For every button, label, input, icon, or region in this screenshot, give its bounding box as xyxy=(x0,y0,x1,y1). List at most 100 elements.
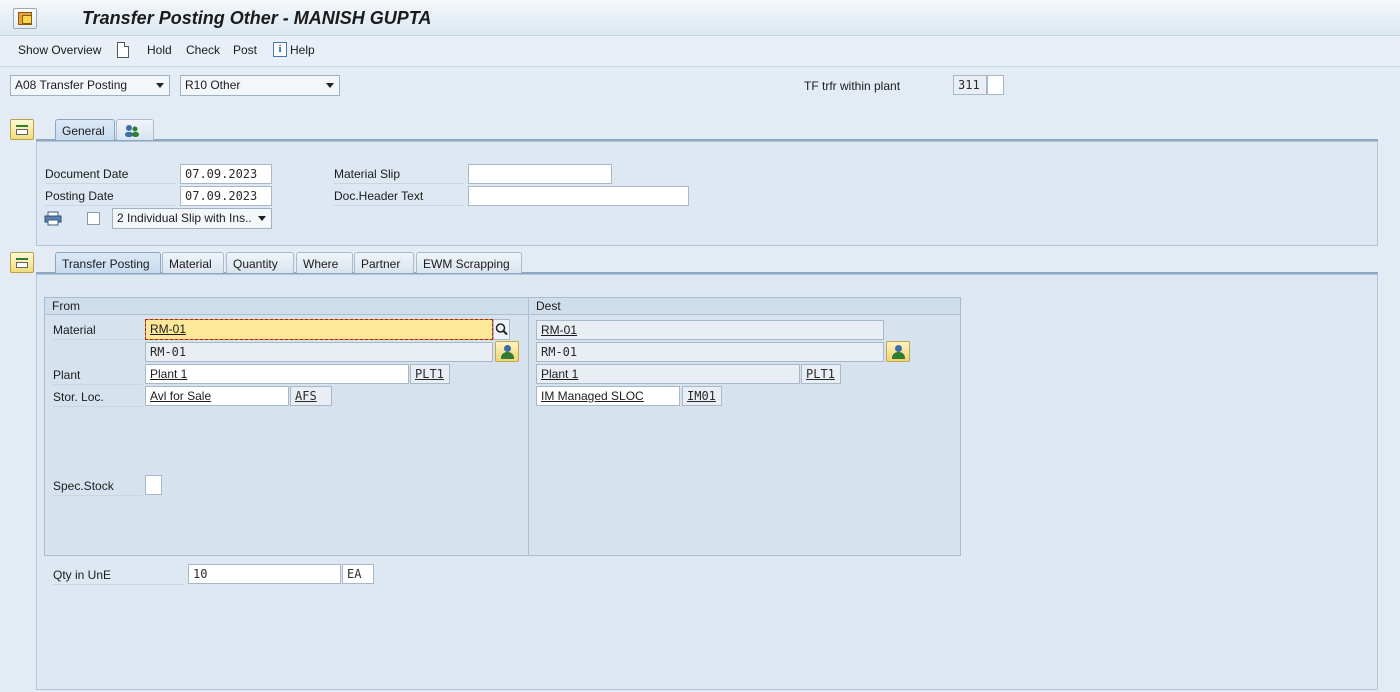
dest-sloc-field[interactable]: IM Managed SLOC xyxy=(536,386,680,406)
print-version-select[interactable]: 2 Individual Slip with Ins.. xyxy=(112,208,272,229)
movement-indicator-field[interactable] xyxy=(987,75,1004,95)
unit-field[interactable]: EA xyxy=(342,564,374,584)
post-button[interactable]: Post xyxy=(233,43,257,57)
reference-select-value: R10 Other xyxy=(185,78,241,92)
window-title: Transfer Posting Other - MANISH GUPTA xyxy=(82,8,432,28)
people-icon xyxy=(125,125,139,137)
transaction-select[interactable]: A08 Transfer Posting xyxy=(10,75,170,96)
hold-button[interactable]: Hold xyxy=(147,43,172,57)
dest-heading: Dest xyxy=(536,299,561,313)
doc-header-text-label: Doc.Header Text xyxy=(334,189,424,203)
person-icon-body xyxy=(501,352,514,359)
from-sloc-code-value: AFS xyxy=(295,389,317,403)
label-underline xyxy=(45,183,175,184)
from-plant-value: Plant 1 xyxy=(150,367,188,381)
from-sloc-field[interactable]: Avl for Sale xyxy=(145,386,289,406)
material-search-button[interactable] xyxy=(493,319,510,340)
document-date-value: 07.09.2023 xyxy=(185,167,258,181)
dest-plant-code: PLT1 xyxy=(801,364,841,384)
from-sloc-value: Avl for Sale xyxy=(150,389,212,403)
dest-plant-field: Plant 1 xyxy=(536,364,800,384)
from-material-value: RM-01 xyxy=(150,322,187,336)
dest-material-description: RM-01 xyxy=(536,342,884,362)
label-underline xyxy=(53,339,143,340)
from-plant-code-value: PLT1 xyxy=(415,367,444,381)
dest-plant-value: Plant 1 xyxy=(541,367,579,381)
doc-header-text-field[interactable] xyxy=(468,186,689,206)
info-icon[interactable]: i xyxy=(273,42,287,57)
material-slip-field[interactable] xyxy=(468,164,612,184)
movement-type-field[interactable]: 311 xyxy=(953,75,987,95)
dest-material-details-button[interactable] xyxy=(886,341,910,362)
tab-partner[interactable]: Partner xyxy=(354,252,414,273)
group-header xyxy=(45,298,960,315)
tab-transfer-posting[interactable]: Transfer Posting xyxy=(55,252,161,273)
quantity-value: 10 xyxy=(193,567,208,581)
chevron-down-icon xyxy=(258,216,266,221)
help-button[interactable]: Help xyxy=(290,43,315,57)
spec-stock-field[interactable] xyxy=(145,475,162,495)
chevron-down-icon xyxy=(326,83,334,88)
from-heading: From xyxy=(52,299,80,313)
dest-plant-code-value: PLT1 xyxy=(806,367,835,381)
spec-stock-label: Spec.Stock xyxy=(53,479,114,493)
posting-date-label: Posting Date xyxy=(45,189,114,203)
dest-material-field: RM-01 xyxy=(536,320,884,340)
material-slip-label: Material Slip xyxy=(334,167,401,181)
new-document-icon[interactable] xyxy=(117,42,129,58)
chevron-down-icon xyxy=(156,83,164,88)
from-material-desc-value: RM-01 xyxy=(150,345,187,359)
label-underline xyxy=(334,183,464,184)
label-underline xyxy=(45,205,175,206)
check-button[interactable]: Check xyxy=(186,43,220,57)
tab-material[interactable]: Material xyxy=(162,252,224,273)
posting-date-value: 07.09.2023 xyxy=(185,189,258,203)
tab-ewm-scrapping[interactable]: EWM Scrapping xyxy=(416,252,522,273)
dest-sloc-code: IM01 xyxy=(682,386,722,406)
plant-label: Plant xyxy=(53,368,81,382)
dest-material-value: RM-01 xyxy=(541,323,578,337)
printer-icon xyxy=(44,211,62,226)
dest-sloc-value: IM Managed SLOC xyxy=(541,389,644,403)
title-bar: Transfer Posting Other - MANISH GUPTA xyxy=(0,0,1400,36)
print-version-value: 2 Individual Slip with Ins.. xyxy=(117,211,252,225)
from-material-description: RM-01 xyxy=(145,342,493,362)
from-material-details-button[interactable] xyxy=(495,341,519,362)
material-label: Material xyxy=(53,323,96,337)
tab-general[interactable]: General xyxy=(55,119,115,140)
person-icon xyxy=(504,345,511,352)
label-underline xyxy=(334,205,464,206)
label-underline xyxy=(53,495,143,496)
quantity-field[interactable]: 10 xyxy=(188,564,341,584)
movement-type-value: 311 xyxy=(958,78,980,92)
unit-value: EA xyxy=(347,567,362,581)
reference-select[interactable]: R10 Other xyxy=(180,75,340,96)
transaction-icon[interactable] xyxy=(13,8,37,29)
movement-type-label: TF trfr within plant xyxy=(804,79,901,93)
transaction-select-value: A08 Transfer Posting xyxy=(15,78,128,92)
item-collapse-button[interactable] xyxy=(10,252,34,273)
from-plant-field[interactable]: Plant 1 xyxy=(145,364,409,384)
label-underline xyxy=(53,406,143,407)
tab-quantity[interactable]: Quantity xyxy=(226,252,294,273)
posting-date-field[interactable]: 07.09.2023 xyxy=(180,186,272,206)
from-sloc-code: AFS xyxy=(290,386,332,406)
storage-location-label: Stor. Loc. xyxy=(53,390,104,404)
from-plant-code: PLT1 xyxy=(410,364,450,384)
print-checkbox[interactable] xyxy=(87,212,100,225)
document-date-label: Document Date xyxy=(45,167,129,181)
person-icon-body xyxy=(892,352,905,359)
group-divider xyxy=(528,298,529,555)
label-underline xyxy=(53,584,183,585)
quantity-label: Qty in UnE xyxy=(53,568,112,582)
show-overview-button[interactable]: Show Overview xyxy=(18,43,101,57)
from-material-field[interactable]: RM-01 xyxy=(145,319,493,340)
document-date-field[interactable]: 07.09.2023 xyxy=(180,164,272,184)
person-icon xyxy=(895,345,902,352)
dest-sloc-code-value: IM01 xyxy=(687,389,716,403)
dest-material-desc-value: RM-01 xyxy=(541,345,578,359)
label-underline xyxy=(53,384,143,385)
tab-where[interactable]: Where xyxy=(296,252,353,273)
tab-partner-icon[interactable] xyxy=(116,119,154,140)
header-collapse-button[interactable] xyxy=(10,119,34,140)
